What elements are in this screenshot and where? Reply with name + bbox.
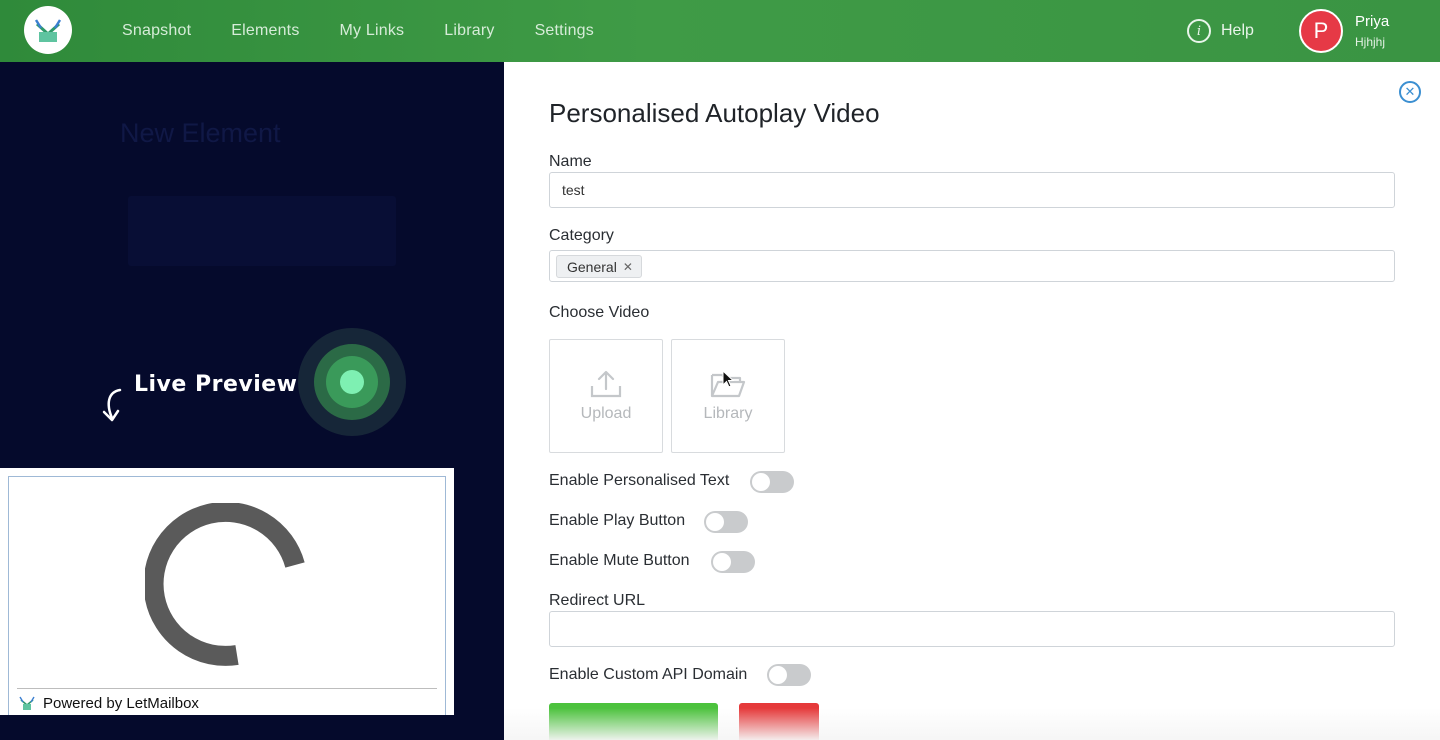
loading-spinner-icon — [145, 503, 305, 666]
choose-video-label: Choose Video — [549, 304, 650, 321]
overlay-bottom-strip — [0, 715, 504, 740]
user-subtitle: Hjhjhj — [1355, 35, 1386, 49]
upload-label: Upload — [580, 405, 632, 422]
scroll-fade — [504, 708, 1440, 740]
play-button-toggle[interactable] — [704, 511, 748, 533]
letmailbox-logo-icon — [19, 696, 35, 710]
category-label: Category — [549, 227, 614, 244]
name-label: Name — [549, 153, 592, 170]
nav-elements[interactable]: Elements — [231, 22, 299, 40]
help-link[interactable]: i Help — [1187, 19, 1254, 43]
personalised-text-label: Enable Personalised Text — [549, 472, 730, 489]
user-name: Priya — [1355, 13, 1390, 30]
library-label: Library — [703, 405, 753, 422]
curved-arrow-icon — [102, 388, 122, 422]
category-select[interactable]: General ✕ — [549, 250, 1395, 282]
category-tag: General ✕ — [556, 255, 642, 278]
custom-api-label: Enable Custom API Domain — [549, 666, 748, 683]
user-avatar[interactable]: P — [1299, 9, 1343, 53]
mute-button-label: Enable Mute Button — [549, 552, 690, 569]
info-icon: i — [1187, 19, 1211, 43]
nav-library[interactable]: Library — [444, 22, 494, 40]
background-box — [128, 196, 396, 266]
preview-divider — [17, 688, 437, 689]
mouse-cursor-icon — [722, 370, 735, 388]
remove-tag-icon[interactable]: ✕ — [623, 260, 633, 274]
category-tag-label: General — [567, 258, 617, 275]
help-label: Help — [1221, 22, 1254, 39]
upload-icon — [590, 370, 622, 398]
nav-snapshot[interactable]: Snapshot — [122, 22, 191, 40]
redirect-url-input[interactable] — [549, 611, 1395, 647]
top-navbar: Snapshot Elements My Links Library Setti… — [0, 0, 1440, 62]
logo-icon — [29, 11, 67, 49]
nav-my-links[interactable]: My Links — [340, 22, 405, 40]
upload-button[interactable]: Upload — [549, 339, 663, 453]
background-page-title: New Element — [120, 118, 281, 148]
powered-by-text: Powered by LetMailbox — [43, 695, 199, 712]
personalised-text-toggle[interactable] — [750, 471, 794, 493]
custom-api-toggle[interactable] — [767, 664, 811, 686]
live-preview-label: Live Preview — [134, 372, 298, 397]
name-input[interactable]: test — [549, 172, 1395, 208]
preview-panel: Powered by LetMailbox — [0, 468, 454, 722]
main-nav: Snapshot Elements My Links Library Setti… — [122, 0, 594, 62]
play-button-label: Enable Play Button — [549, 512, 686, 529]
powered-by[interactable]: Powered by LetMailbox — [19, 695, 199, 712]
app-logo[interactable] — [24, 6, 72, 54]
form-title: Personalised Autoplay Video — [549, 98, 880, 128]
close-icon[interactable]: ✕ — [1399, 81, 1421, 103]
mute-button-toggle[interactable] — [711, 551, 755, 573]
redirect-url-label: Redirect URL — [549, 592, 646, 609]
library-button[interactable]: Library — [671, 339, 785, 453]
live-indicator-pulse — [298, 328, 406, 436]
preview-frame: Powered by LetMailbox — [8, 476, 446, 722]
nav-settings[interactable]: Settings — [535, 22, 594, 40]
